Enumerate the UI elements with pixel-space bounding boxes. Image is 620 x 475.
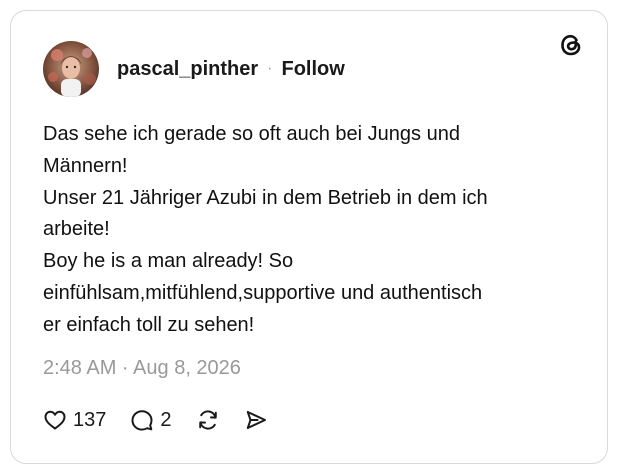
repost-button[interactable]	[196, 408, 220, 432]
reply-count: 2	[160, 408, 172, 431]
post-timestamp[interactable]: 2:48 AM · Aug 8, 2026	[43, 357, 241, 380]
follow-button[interactable]: Follow	[282, 58, 345, 81]
share-button[interactable]	[244, 408, 268, 432]
post-card: pascal_pinther · Follow Das sehe ich ger…	[10, 10, 608, 464]
like-button[interactable]: 137	[43, 408, 106, 432]
post-text-line: einfühlsam,mitfühlend,supportive und aut…	[43, 281, 483, 304]
post-text-line: arbeite!	[43, 218, 110, 241]
username[interactable]: pascal_pinther	[117, 58, 258, 81]
post-text-line: Männern!	[43, 154, 128, 177]
post-text-line: Unser 21 Jähriger Azubi in dem Betrieb i…	[43, 186, 488, 209]
separator-dot: ·	[267, 60, 273, 77]
post-text-line: Boy he is a man already! So	[43, 250, 294, 273]
repost-icon	[196, 408, 220, 432]
post-header: pascal_pinther · Follow	[117, 57, 345, 81]
like-count: 137	[73, 408, 107, 431]
reply-button[interactable]: 2	[130, 408, 172, 432]
action-bar: 137 2	[43, 405, 268, 435]
post-body: Das sehe ich gerade so oft auch bei Jung…	[43, 119, 583, 342]
heart-icon	[43, 408, 67, 432]
post-text-line: Das sehe ich gerade so oft auch bei Jung…	[43, 123, 460, 145]
threads-logo-icon[interactable]	[557, 31, 585, 59]
send-icon	[244, 408, 268, 432]
avatar[interactable]	[43, 41, 99, 97]
speech-bubble-icon	[130, 408, 154, 432]
post-text-line: er einfach toll zu sehen!	[43, 313, 255, 336]
